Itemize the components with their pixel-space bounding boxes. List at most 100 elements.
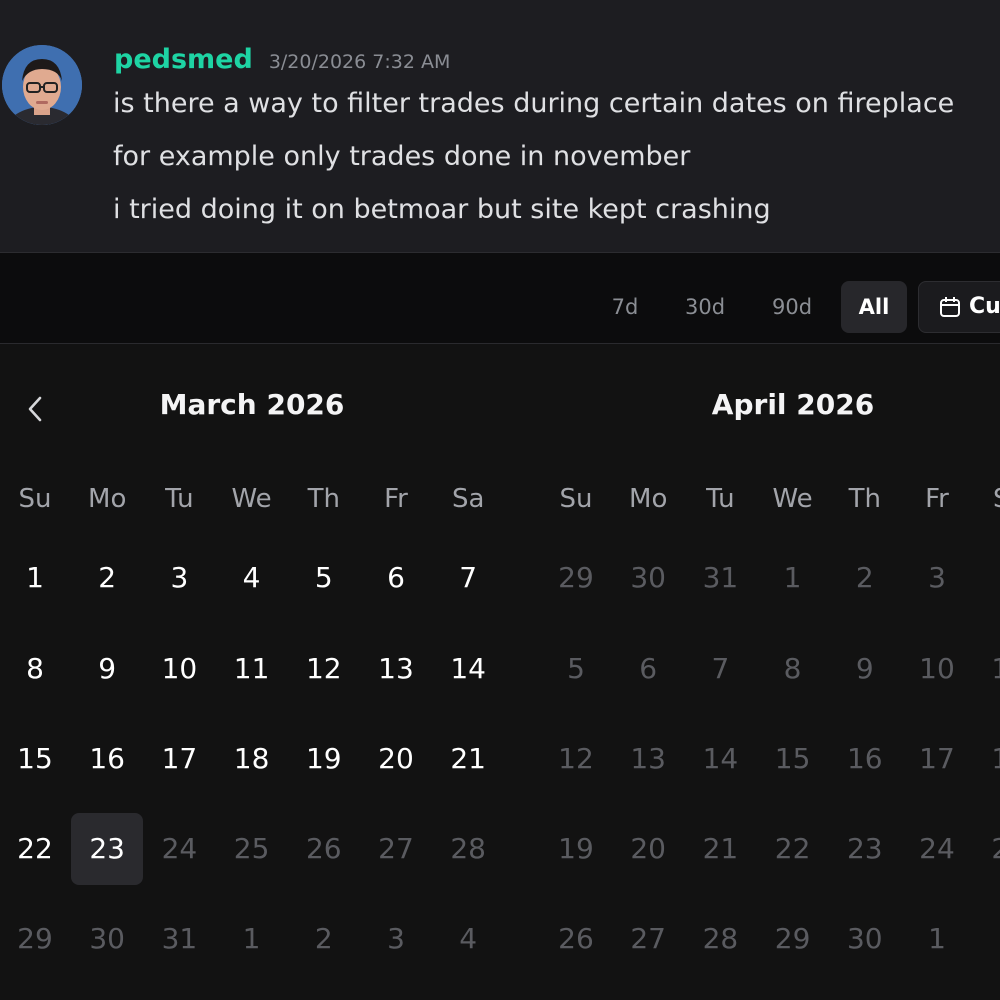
- calendar-day: 25: [233, 832, 270, 865]
- calendar-day: 27: [630, 922, 666, 955]
- weekday-header: We: [231, 484, 272, 514]
- weekday-header: Fr: [384, 484, 408, 514]
- calendar-day: 20: [630, 832, 666, 865]
- custom-range-button[interactable]: Custom: [918, 281, 1000, 333]
- calendar-day[interactable]: 10: [143, 633, 215, 705]
- calendar-day[interactable]: 11: [216, 633, 288, 705]
- message-line: i tried doing it on betmoar but site kep…: [113, 194, 771, 225]
- calendar-day: 9: [855, 652, 874, 685]
- calendar-day: 29: [17, 922, 53, 955]
- chevron-left-icon: [28, 396, 42, 422]
- weekday-header: Th: [848, 484, 881, 514]
- calendar-day: 6: [639, 652, 658, 685]
- weekday-header: Mo: [88, 484, 127, 514]
- calendar-day[interactable]: 23: [71, 813, 144, 885]
- calendar-day: 12: [558, 742, 594, 775]
- calendar-day: 3: [928, 561, 946, 594]
- calendar-day[interactable]: 21: [432, 723, 504, 795]
- calendar-day: 11: [973, 633, 1000, 705]
- weekday-header: Tu: [706, 484, 735, 514]
- message-line: is there a way to filter trades during c…: [113, 88, 955, 119]
- user-avatar[interactable]: [2, 45, 82, 125]
- calendar-day: 4: [973, 542, 1000, 614]
- weekday-header: Su: [18, 484, 52, 514]
- calendar-day: 3: [387, 922, 405, 955]
- month-title-march: March 2026: [159, 388, 345, 421]
- calendar-day: 23: [846, 832, 883, 865]
- calendar-day[interactable]: 13: [360, 633, 432, 705]
- calendar-day: 18: [973, 723, 1000, 795]
- calendar-day[interactable]: 1: [0, 542, 71, 614]
- calendar-day: 28: [450, 832, 486, 865]
- calendar-day: 10: [919, 652, 955, 685]
- calendar-day: 1: [928, 922, 946, 955]
- calendar-day: 2: [314, 922, 333, 955]
- calendar-day: 21: [702, 832, 739, 865]
- calendar-day: 2: [973, 903, 1000, 975]
- calendar-day[interactable]: 15: [0, 723, 71, 795]
- weekday-header: Mo: [629, 484, 668, 514]
- calendar-day: 8: [783, 652, 802, 685]
- calendar-day[interactable]: 9: [71, 633, 143, 705]
- date-range-calendar: March 2026 April 2026 Su Mo Tu We Th Fr Sa 1 2 3 4…: [0, 344, 1000, 1000]
- message-timestamp: 3/20/2026 7:32 AM: [268, 51, 451, 73]
- calendar-day: 2: [855, 561, 874, 594]
- calendar-day: 27: [378, 832, 414, 865]
- calendar-day: 4: [459, 922, 478, 955]
- calendar-day: 14: [702, 742, 739, 775]
- calendar-day[interactable]: 5: [288, 542, 360, 614]
- calendar-day[interactable]: 6: [360, 542, 432, 614]
- calendar-day: 7: [711, 652, 730, 685]
- calendar-day[interactable]: 18: [216, 723, 288, 795]
- calendar-day: 15: [774, 742, 811, 775]
- range-7d-button[interactable]: 7d: [594, 281, 656, 333]
- calendar-day: 28: [702, 922, 739, 955]
- calendar-day: 25: [973, 813, 1000, 885]
- calendar-day[interactable]: 14: [432, 633, 504, 705]
- calendar-day: 31: [161, 922, 198, 955]
- range-90d-button[interactable]: 90d: [756, 281, 828, 333]
- calendar-day: 30: [846, 922, 883, 955]
- previous-month-button[interactable]: [14, 384, 54, 434]
- message-header: pedsmed 3/20/2026 7:32 AM: [114, 44, 450, 80]
- calendar-day: 1: [242, 922, 261, 955]
- weekday-header: Fr: [925, 484, 949, 514]
- month-title-april: April 2026: [711, 388, 875, 421]
- calendar-day[interactable]: 20: [360, 723, 432, 795]
- weekday-header: Th: [307, 484, 340, 514]
- calendar-day: 22: [774, 832, 811, 865]
- weekday-header: Sa: [973, 484, 1000, 514]
- calendar-day[interactable]: 7: [432, 542, 504, 614]
- calendar-day[interactable]: 16: [71, 723, 143, 795]
- avatar-image: [2, 45, 82, 125]
- calendar-day: 5: [567, 652, 585, 685]
- calendar-day[interactable]: 3: [143, 542, 215, 614]
- calendar-day[interactable]: 2: [71, 542, 143, 614]
- calendar-day: 19: [558, 832, 594, 865]
- calendar-day[interactable]: 4: [216, 542, 288, 614]
- calendar-day[interactable]: 8: [0, 633, 71, 705]
- chat-message: pedsmed 3/20/2026 7:32 AM is there a way…: [0, 0, 1000, 252]
- calendar-day: 30: [89, 922, 125, 955]
- weekday-header: Sa: [451, 484, 485, 514]
- range-30d-button[interactable]: 30d: [670, 281, 740, 333]
- weekday-header: Su: [559, 484, 593, 514]
- calendar-day: 31: [702, 561, 739, 594]
- custom-range-label: Custom: [969, 294, 1000, 319]
- calendar-day: 26: [558, 922, 594, 955]
- message-line: for example only trades done in november: [113, 141, 691, 172]
- username[interactable]: pedsmed: [114, 44, 253, 75]
- range-all-button[interactable]: All: [841, 281, 907, 333]
- calendar-day: 29: [774, 922, 811, 955]
- calendar-day[interactable]: 19: [288, 723, 360, 795]
- calendar-day[interactable]: 17: [143, 723, 215, 795]
- calendar-day: 17: [919, 742, 955, 775]
- calendar-day: 24: [919, 832, 955, 865]
- calendar-day: 1: [783, 561, 802, 594]
- calendar-day: 13: [630, 742, 666, 775]
- calendar-day[interactable]: 12: [288, 633, 360, 705]
- weekday-header: We: [772, 484, 813, 514]
- calendar-day[interactable]: 22: [0, 813, 71, 885]
- date-range-toolbar: 7d 30d 90d All Custom: [0, 253, 1000, 343]
- calendar-icon: [940, 297, 960, 317]
